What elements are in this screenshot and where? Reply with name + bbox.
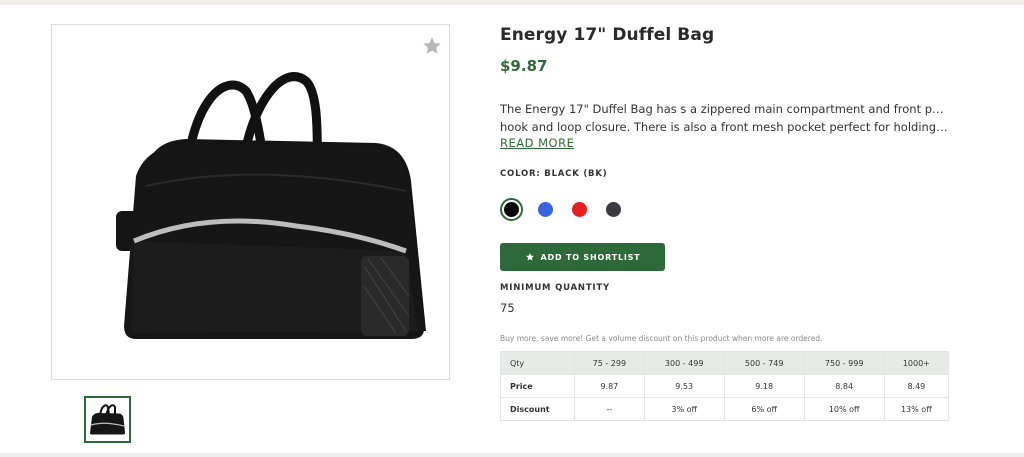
product-price: $9.87 (500, 57, 548, 75)
star-icon (525, 253, 534, 261)
minimum-quantity-value: 75 (500, 301, 515, 315)
price-cell: 9.53 (643, 374, 725, 398)
minimum-quantity-label: MINIMUM QUANTITY (500, 283, 610, 293)
description-line: The Energy 17" Duffel Bag has s a zipper… (500, 102, 950, 116)
discount-row-label: Discount (500, 397, 575, 421)
discount-cell: 3% off (643, 397, 725, 421)
swatch-dot (606, 202, 621, 217)
color-swatch-blue[interactable] (534, 198, 557, 221)
volume-discount-note: Buy more, save more! Get a volume discou… (500, 334, 823, 343)
discount-row: Discount -- 3% off 6% off 10% off 13% of… (500, 397, 950, 421)
description-line: hook and loop closure. There is also a f… (500, 120, 950, 134)
color-swatch-charcoal[interactable] (602, 198, 625, 221)
discount-cell: 6% off (723, 397, 805, 421)
qty-tier: 75 - 299 (574, 351, 645, 375)
add-to-shortlist-button[interactable]: ADD TO SHORTLIST (500, 243, 665, 271)
qty-tier: 750 - 999 (803, 351, 885, 375)
product-main-image (51, 24, 450, 380)
qty-header: Qty (500, 351, 575, 375)
price-row-label: Price (500, 374, 575, 398)
qty-tier: 500 - 749 (723, 351, 805, 375)
color-label: COLOR: BLACK (BK) (500, 169, 608, 179)
price-row: Price 9.87 9.53 9.18 8.84 8.49 (500, 374, 950, 398)
top-border (0, 0, 1024, 5)
swatch-dot (504, 202, 519, 217)
favorite-star-icon[interactable] (421, 35, 443, 57)
pricing-header-row: Qty 75 - 299 300 - 499 500 - 749 750 - 9… (500, 351, 950, 375)
discount-cell: 10% off (803, 397, 885, 421)
product-description: The Energy 17" Duffel Bag has s a zipper… (500, 100, 950, 136)
price-cell: 9.87 (574, 374, 645, 398)
discount-cell: 13% off (883, 397, 950, 421)
product-title: Energy 17" Duffel Bag (500, 25, 715, 45)
swatch-dot (572, 202, 587, 217)
price-cell: 9.18 (723, 374, 805, 398)
pricing-table: Qty 75 - 299 300 - 499 500 - 749 750 - 9… (500, 351, 950, 421)
discount-cell: -- (574, 397, 645, 421)
duffel-bag-thumbnail-image (90, 404, 125, 435)
qty-tier: 300 - 499 (643, 351, 725, 375)
color-swatch-red[interactable] (568, 198, 591, 221)
read-more-link[interactable]: READ MORE (500, 136, 574, 150)
duffel-bag-image (116, 72, 426, 339)
add-to-shortlist-label: ADD TO SHORTLIST (540, 252, 641, 262)
bottom-border (0, 453, 1024, 457)
swatch-dot (538, 202, 553, 217)
price-cell: 8.49 (883, 374, 950, 398)
product-thumbnail[interactable] (84, 396, 131, 443)
price-cell: 8.84 (803, 374, 885, 398)
qty-tier: 1000+ (883, 351, 950, 375)
color-swatch-black[interactable] (500, 198, 523, 221)
